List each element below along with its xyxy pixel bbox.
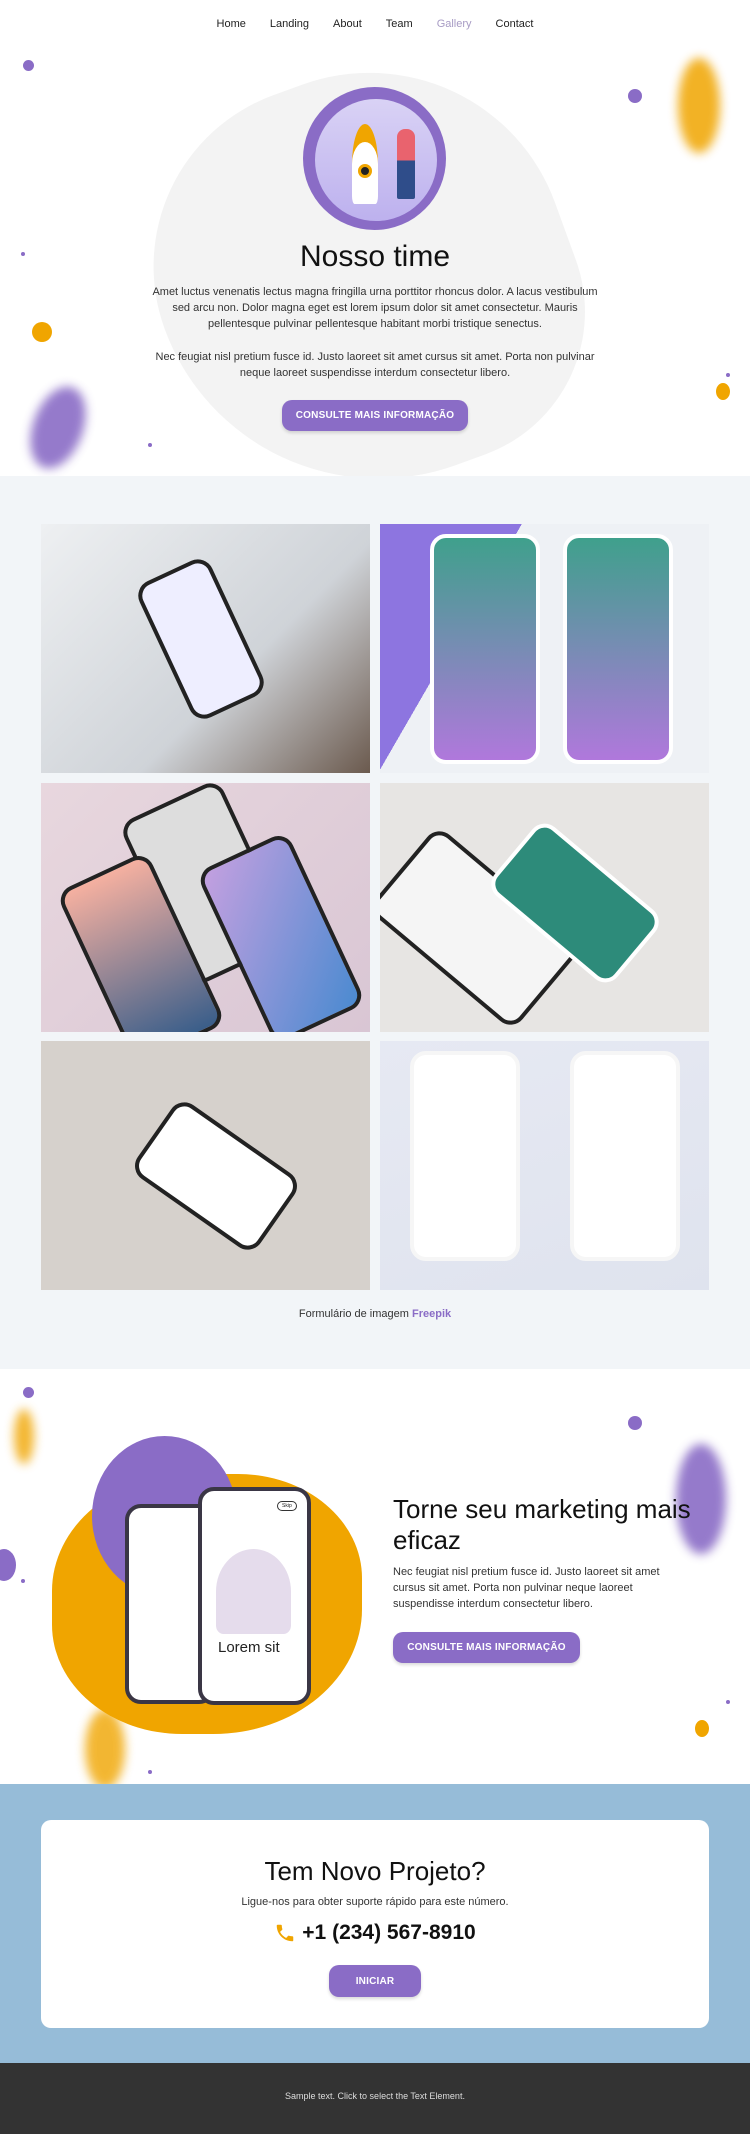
contact-card: Tem Novo Projeto? Ligue-nos para obter s… [41,1820,709,2028]
contact-subtitle: Ligue-nos para obter suporte rápido para… [241,1896,509,1908]
caption-text: Formulário de imagem [298,1308,409,1320]
furniture-app-screens-mockup[interactable] [41,1041,370,1290]
decor-blob [19,379,97,476]
decor-dot [23,1387,34,1398]
freepik-link[interactable]: Freepik [412,1308,451,1320]
decor-dot [0,1549,16,1581]
phone-number[interactable]: +1 (234) 567-8910 [302,1921,475,1945]
decor-dot [21,1579,25,1583]
phone-icon [277,1924,294,1942]
decor-dot [628,89,642,103]
hero-paragraph-2: Nec feugiat nisl pretium fusce id. Justo… [155,351,595,379]
skip-label: Skip [277,1501,297,1511]
hero-section: Nosso time Amet luctus venenatis lectus … [0,0,750,476]
start-button[interactable]: INICIAR [329,1965,421,1997]
decor-dot [628,1416,642,1430]
decor-dot [23,60,34,71]
marketing-more-info-button[interactable]: CONSULTE MAIS INFORMAÇÃO [393,1632,580,1663]
phone-12-pro-max-mockup[interactable] [41,783,370,1032]
marketing-title: Torne seu marketing mais eficaz [393,1494,691,1555]
marketing-section: Skip Lorem sit Torne seu marketing mais … [0,1369,750,1784]
footer: Sample text. Click to select the Text El… [0,2063,750,2134]
music-player-app-mockup[interactable] [380,524,709,773]
decor-dot [695,1720,709,1737]
hands-holding-phone-photo[interactable] [41,524,370,773]
hero-more-info-button[interactable]: CONSULTE MAIS INFORMAÇÃO [282,400,468,431]
footer-text: Sample text. Click to select the Text El… [285,2091,465,2101]
image-credit: Formulário de imagem Freepik [0,1308,750,1320]
chat-app-mockup[interactable] [380,783,709,1032]
contact-section: Tem Novo Projeto? Ligue-nos para obter s… [0,1784,750,2063]
decor-blob [678,58,720,153]
hero-paragraph-1: Amet luctus venenatis lectus magna fring… [152,286,598,330]
wallet-app-mockup[interactable] [380,1041,709,1290]
hero-title: Nosso time [299,240,451,273]
decor-dot [148,1770,152,1774]
decor-blob [14,1409,34,1464]
contact-phone: +1 (234) 567-8910 [41,1921,709,1945]
decor-dot [726,1700,730,1704]
phone-screen-title: Lorem sit [218,1639,280,1656]
contact-title: Tem Novo Projeto? [264,1856,486,1886]
gallery-section: Formulário de imagem Freepik [0,476,750,1369]
decor-dot [148,443,152,447]
decor-dot [716,383,730,400]
marketing-paragraph: Nec feugiat nisl pretium fusce id. Justo… [393,1566,660,1610]
rocket-and-person-illustration [303,87,446,230]
